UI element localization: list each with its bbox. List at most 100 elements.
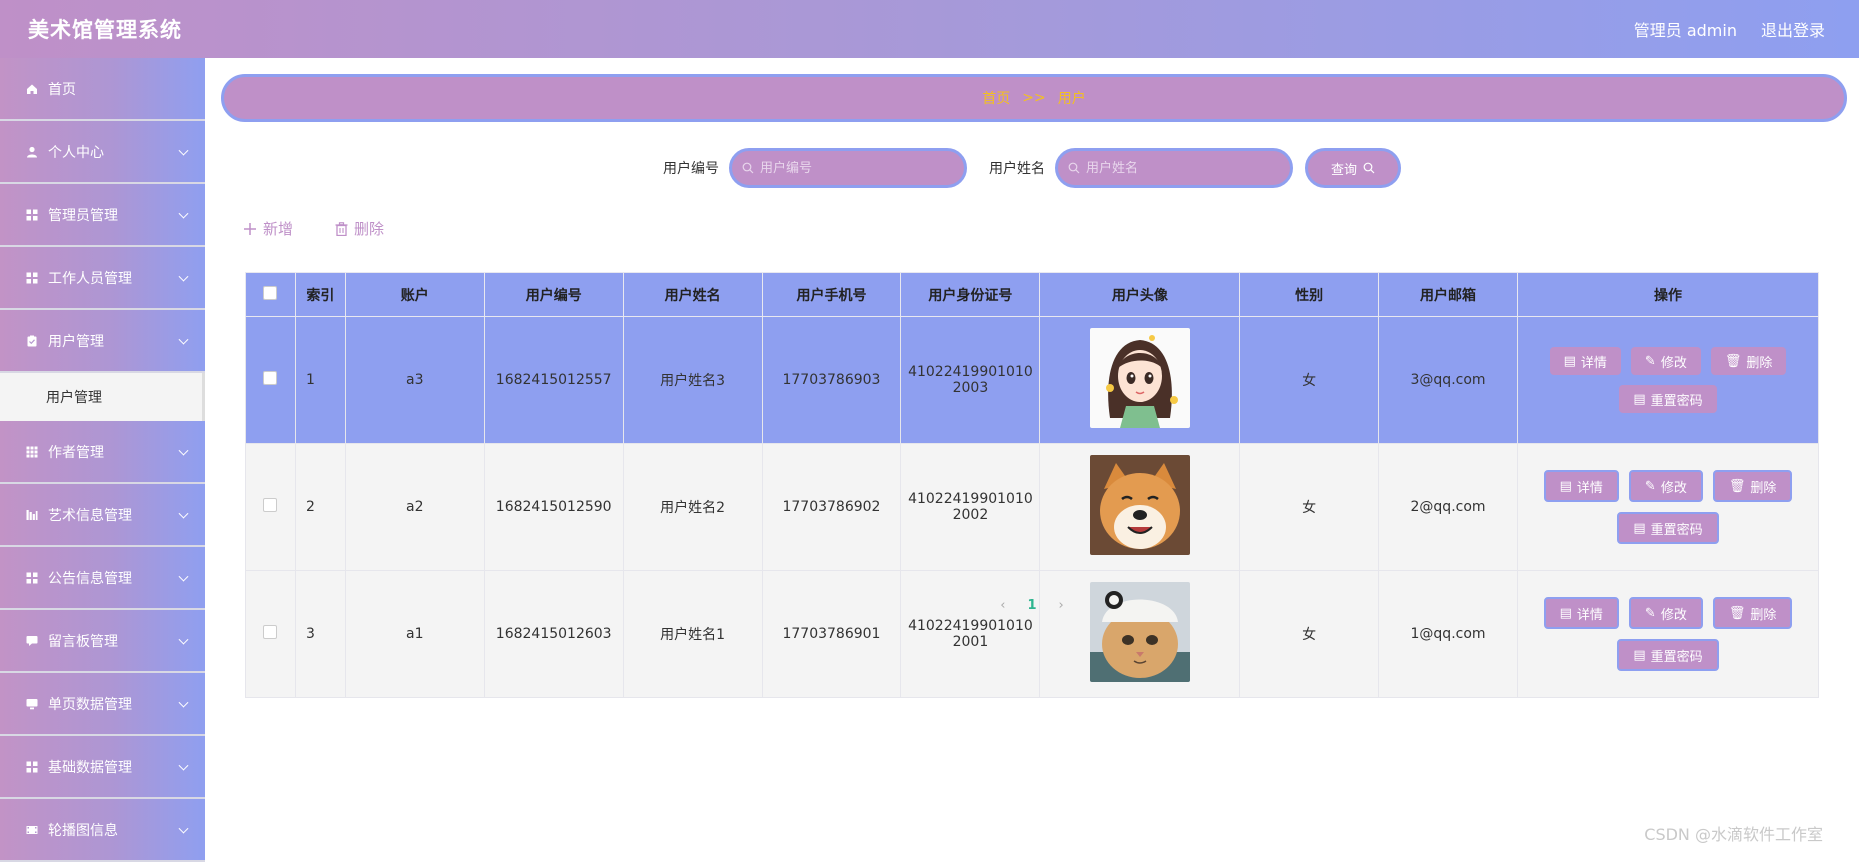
sidebar-item-label: 工作人员管理 [48, 268, 132, 288]
cat-avatar-image[interactable] [1090, 582, 1190, 682]
row-checkbox[interactable] [263, 371, 277, 385]
chevron-down-icon [179, 697, 189, 707]
sidebar-item-carousel[interactable]: 轮播图信息 [0, 799, 205, 862]
row-checkbox[interactable] [263, 498, 277, 512]
table-row[interactable]: 1 a3 1682415012557 用户姓名3 17703786903 410… [246, 317, 1819, 444]
query-button[interactable]: 查询 [1305, 148, 1401, 188]
plus-icon [243, 222, 257, 236]
clipboard-icon [26, 335, 38, 347]
cell-avatar [1040, 444, 1240, 571]
sidebar-item-label: 公告信息管理 [48, 568, 132, 588]
cell-operations: ▤详情 ✎ 修改 🗑删除 ▤重置密码 [1517, 317, 1818, 444]
user-name-input[interactable] [1086, 161, 1276, 176]
reset-password-button[interactable]: ▤重置密码 [1617, 512, 1718, 544]
grid-icon [26, 272, 38, 284]
sidebar-item-label: 作者管理 [48, 442, 104, 462]
table-row[interactable]: 3 a1 1682415012603 用户姓名1 17703786901 410… [246, 571, 1819, 698]
cell-phone: 17703786901 [762, 571, 901, 698]
dog-avatar-image[interactable] [1090, 455, 1190, 555]
select-all-cell[interactable] [246, 273, 296, 317]
idcard-line-1: 41022419901010 [901, 618, 1039, 634]
watermark: CSDN @水滴软件工作室 [1644, 821, 1823, 845]
reset-password-button[interactable]: ▤重置密码 [1617, 639, 1718, 671]
search-icon [742, 162, 754, 174]
user-no-input[interactable] [760, 161, 950, 176]
delete-button[interactable]: 🗑删除 [1711, 347, 1787, 375]
bulk-delete-button[interactable]: 删除 [335, 218, 384, 239]
sidebar-item-home[interactable]: 首页 [0, 58, 205, 121]
chevron-down-icon [179, 823, 189, 833]
sidebar-item-notices[interactable]: 公告信息管理 [0, 547, 205, 610]
sidebar-item-label: 艺术信息管理 [48, 505, 132, 525]
girl-avatar-image[interactable] [1090, 328, 1190, 428]
document-icon: ▤ [1633, 648, 1645, 663]
pencil-icon: ✎ [1645, 354, 1656, 369]
edit-button[interactable]: ✎修改 [1629, 470, 1703, 502]
sidebar-item-label: 轮播图信息 [48, 820, 118, 840]
row-checkbox[interactable] [263, 625, 277, 639]
film-icon [26, 824, 38, 836]
sidebar-item-single-page[interactable]: 单页数据管理 [0, 673, 205, 736]
edit-label: 修改 [1661, 352, 1687, 371]
cell-gender: 女 [1240, 444, 1379, 571]
sidebar-item-label: 留言板管理 [48, 631, 118, 651]
chevron-down-icon [179, 271, 189, 281]
current-user[interactable]: 管理员 admin [1634, 17, 1737, 41]
apps-icon [26, 446, 38, 458]
chevron-down-icon [179, 508, 189, 518]
cell-operations: ▤详情 ✎修改 🗑删除 ▤重置密码 [1517, 571, 1818, 698]
next-page-button[interactable]: › [1059, 598, 1064, 613]
prev-page-button[interactable]: ‹ [1000, 598, 1005, 613]
breadcrumb-home[interactable]: 首页 [982, 88, 1010, 108]
user-no-field[interactable] [729, 148, 967, 188]
cell-account: a3 [345, 317, 484, 444]
delete-button[interactable]: 🗑删除 [1713, 470, 1793, 502]
cell-index: 3 [295, 571, 345, 698]
sidebar-item-art-info[interactable]: 艺术信息管理 [0, 484, 205, 547]
table-row[interactable]: 2 a2 1682415012590 用户姓名2 17703786902 410… [246, 444, 1819, 571]
detail-button[interactable]: ▤详情 [1544, 470, 1619, 502]
edit-button[interactable]: ✎ 修改 [1631, 347, 1701, 375]
sidebar-item-personal[interactable]: 个人中心 [0, 121, 205, 184]
sidebar-item-admins[interactable]: 管理员管理 [0, 184, 205, 247]
trash-icon: 🗑 [1725, 354, 1742, 369]
edit-label: 修改 [1661, 477, 1687, 496]
sidebar: 首页 个人中心 管理员管理 工作人员管理 用户管理 用户管理 作者管理 [0, 58, 205, 857]
column-header: 用户头像 [1040, 273, 1240, 317]
app-title: 美术馆管理系统 [28, 14, 182, 44]
chevron-down-icon [179, 208, 189, 218]
chevron-down-icon [179, 634, 189, 644]
trash-icon: 🗑 [1729, 479, 1746, 494]
search-icon [1363, 162, 1375, 174]
sidebar-item-basic-data[interactable]: 基础数据管理 [0, 736, 205, 799]
chevron-down-icon [179, 571, 189, 581]
cell-user-name: 用户姓名1 [623, 571, 762, 698]
breadcrumb: 首页 >> 用户 [221, 74, 1847, 122]
sidebar-item-staff[interactable]: 工作人员管理 [0, 247, 205, 310]
add-button-label: 新增 [263, 218, 293, 239]
cell-avatar [1040, 571, 1240, 698]
detail-button[interactable]: ▤详情 [1550, 347, 1621, 375]
cell-user-name: 用户姓名2 [623, 444, 762, 571]
cell-email: 3@qq.com [1379, 317, 1518, 444]
idcard-line-1: 41022419901010 [901, 364, 1039, 380]
sidebar-item-users[interactable]: 用户管理 [0, 310, 205, 373]
grid-icon [26, 761, 38, 773]
logout-link[interactable]: 退出登录 [1761, 17, 1825, 41]
top-header: 美术馆管理系统 管理员 admin 退出登录 [0, 0, 1859, 58]
page-number[interactable]: 1 [1027, 598, 1036, 613]
reset-password-button[interactable]: ▤重置密码 [1619, 385, 1716, 413]
submenu-item-user-management[interactable]: 用户管理 [0, 373, 205, 421]
sidebar-item-label: 用户管理 [48, 331, 104, 351]
select-all-checkbox[interactable] [263, 286, 277, 300]
user-name-field[interactable] [1055, 148, 1293, 188]
detail-label: 详情 [1577, 477, 1603, 496]
sidebar-item-authors[interactable]: 作者管理 [0, 421, 205, 484]
sidebar-item-guestbook[interactable]: 留言板管理 [0, 610, 205, 673]
reset-password-label: 重置密码 [1651, 390, 1703, 409]
add-button[interactable]: 新增 [243, 218, 293, 239]
column-header: 用户手机号 [762, 273, 901, 317]
sidebar-item-label: 首页 [48, 79, 76, 99]
detail-label: 详情 [1581, 352, 1607, 371]
toolbar: 新增 删除 [243, 218, 384, 239]
